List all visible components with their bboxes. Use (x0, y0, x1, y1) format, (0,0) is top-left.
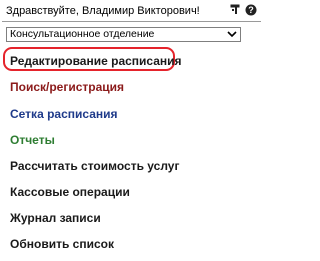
header-icons: ? (230, 4, 257, 16)
department-select-value: Консультационное отделение (10, 28, 155, 40)
menu-item-cash-operations[interactable]: Кассовые операции (10, 185, 130, 200)
menu-item-label: Журнал записи (10, 211, 101, 225)
menu-item-label: Отчеты (10, 133, 55, 147)
navigation-panel: Здравствуйте, Владимир Викторович! ? Кон… (0, 0, 263, 261)
menu-item-label: Сетка расписания (10, 107, 118, 121)
greeting-text: Здравствуйте, Владимир Викторович! (6, 5, 200, 17)
menu-item-label: Поиск/регистрация (10, 80, 125, 94)
menu-item-label: Рассчитать стоимость услуг (10, 159, 180, 173)
svg-text:?: ? (248, 5, 254, 15)
menu-item-calc-cost[interactable]: Рассчитать стоимость услуг (10, 159, 179, 174)
menu-item-schedule-grid[interactable]: Сетка расписания (10, 107, 118, 122)
question-icon[interactable]: ? (245, 4, 257, 16)
menu-item-label: Редактирование расписания (10, 54, 182, 68)
menu-item-reports[interactable]: Отчеты (10, 133, 55, 148)
help-icon[interactable] (230, 4, 242, 16)
menu-item-label: Кассовые операции (10, 185, 130, 199)
menu-item-search-registration[interactable]: Поиск/регистрация (10, 80, 124, 95)
department-select[interactable]: Консультационное отделение (6, 27, 241, 42)
menu-item-edit-schedule[interactable]: Редактирование расписания (10, 54, 182, 69)
menu-item-label: Обновить список (10, 237, 114, 251)
menu-item-refresh-list[interactable]: Обновить список (10, 237, 114, 252)
chevron-down-icon (227, 30, 237, 39)
header-divider (2, 21, 261, 22)
menu-item-appointment-log[interactable]: Журнал записи (10, 211, 101, 226)
